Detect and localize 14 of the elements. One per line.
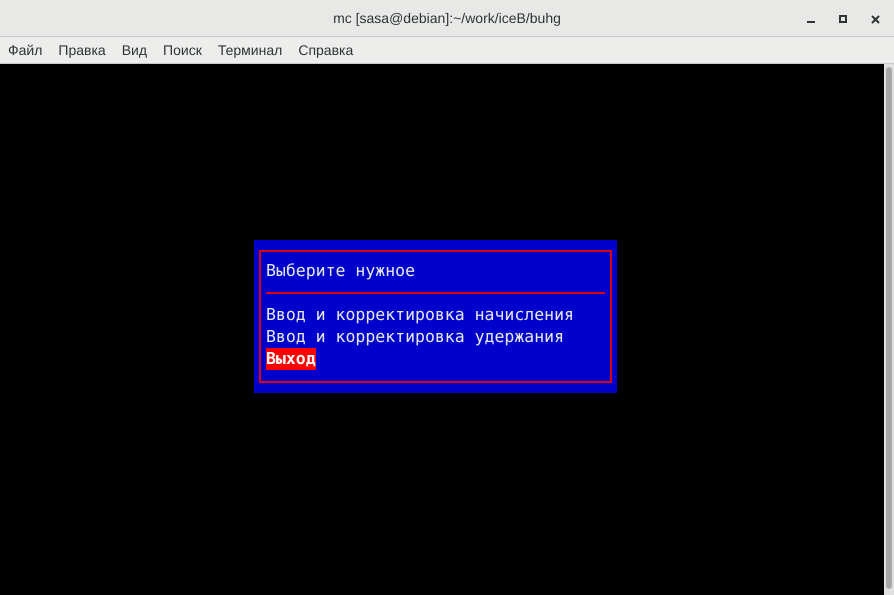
close-icon [870, 14, 880, 24]
menu-item[interactable]: Файл [4, 40, 46, 60]
menu-item[interactable]: Правка [54, 40, 110, 60]
maximize-icon [839, 15, 847, 23]
scrollbar-thumb[interactable] [886, 67, 892, 589]
menu-item[interactable]: Терминал [214, 40, 286, 60]
menu-item[interactable]: Вид [118, 40, 152, 60]
window-title: mc [sasa@debian]:~/work/iceB/buhg [333, 8, 561, 28]
menu-item[interactable]: Справка [294, 40, 358, 60]
menu-option[interactable]: Ввод и корректировка начисления [266, 304, 574, 326]
menu-item[interactable]: Поиск [159, 40, 206, 60]
menu-option[interactable]: Ввод и корректировка удержания [266, 326, 564, 348]
menu-option[interactable]: Выход [266, 348, 316, 370]
dialog-title: Выберите нужное [266, 260, 416, 282]
